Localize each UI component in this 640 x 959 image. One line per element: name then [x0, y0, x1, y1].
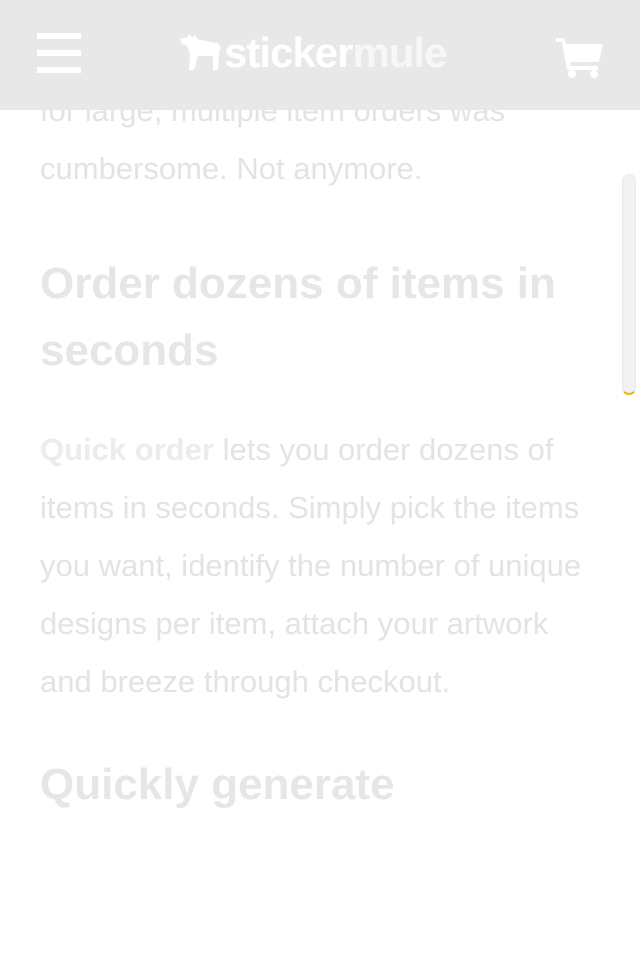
logo-text-sticker: sticker [224, 29, 353, 76]
section-heading-quickly-generate: Quickly generate [40, 760, 395, 809]
section-paragraph-quick-order: Quick order lets you order dozens of ite… [40, 421, 605, 711]
quick-order-body-text: lets you order dozens of items in second… [40, 432, 582, 699]
hamburger-menu-button[interactable] [37, 33, 81, 73]
quick-order-bold-text: Quick order [40, 432, 214, 467]
shopping-cart-icon [556, 38, 603, 78]
logo-text-mule: mule [352, 29, 447, 76]
cart-button[interactable] [556, 36, 604, 78]
mule-logo-icon [180, 34, 221, 70]
section-heading-quick-order: Order dozens of items in seconds [40, 259, 556, 375]
article-content: for large, multiple item orders was cumbe… [40, 82, 605, 818]
page-scrollbar[interactable] [622, 174, 636, 396]
stickermule-logo[interactable]: stickermule [178, 30, 463, 78]
hamburger-icon [37, 33, 81, 39]
site-header: stickermule [0, 0, 640, 110]
logo-wordmark: stickermule [224, 29, 447, 76]
intro-line-2: cumbersome. Not anymore. [40, 151, 423, 186]
scrollbar-thumb[interactable] [622, 174, 636, 395]
